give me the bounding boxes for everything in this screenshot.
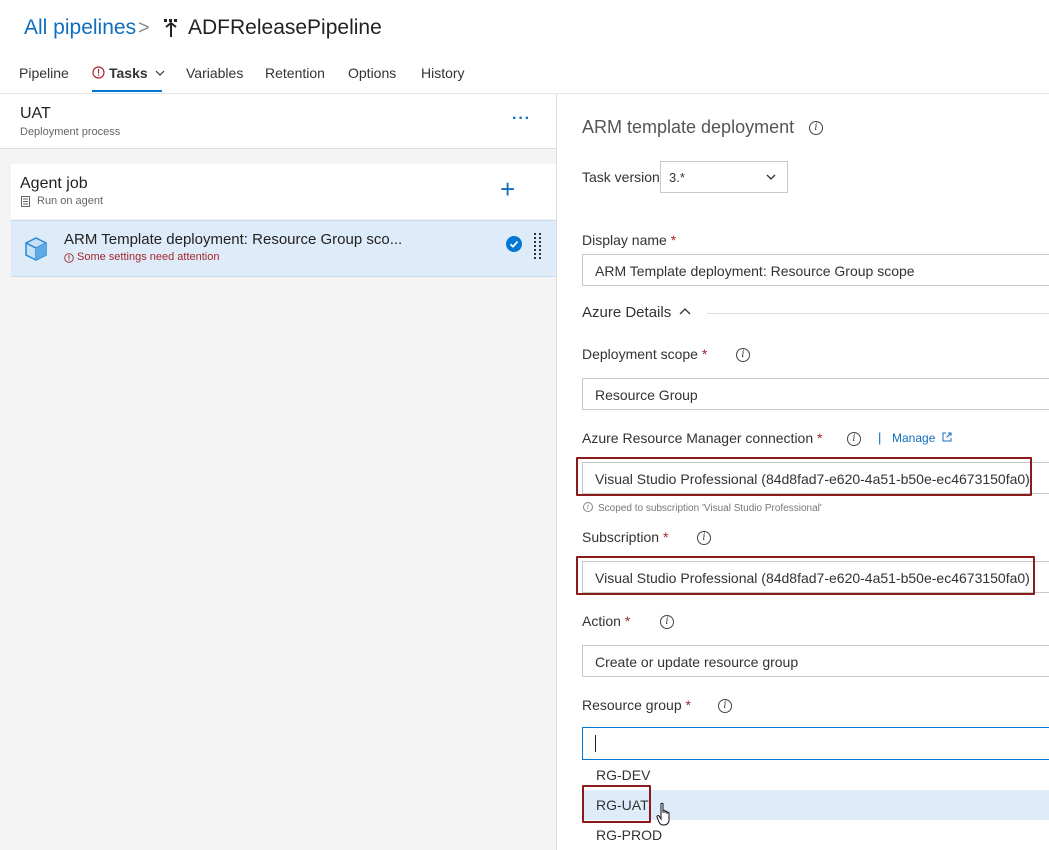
required-mark: * (685, 697, 691, 713)
tab-options[interactable]: Options (348, 65, 396, 81)
resource-group-option-label: RG-PROD (596, 827, 663, 843)
breadcrumb-separator: > (138, 17, 150, 39)
add-task-button[interactable]: + (500, 176, 515, 202)
required-mark: * (670, 232, 677, 248)
manage-link[interactable]: Manage (892, 431, 952, 445)
warning-icon (92, 66, 105, 79)
resource-group-label-text: Resource group (582, 697, 682, 713)
tab-pipeline[interactable]: Pipeline (19, 65, 69, 81)
info-icon[interactable]: i (736, 348, 750, 362)
resource-group-option-label: RG-DEV (596, 767, 651, 783)
task-version-label: Task version (582, 169, 660, 185)
manage-link-label: Manage (892, 431, 936, 445)
release-pipeline-icon (164, 19, 177, 37)
action-value: Create or update resource group (595, 654, 799, 670)
task-row-arm-deployment[interactable] (11, 220, 556, 277)
subscription-label: Subscription * (582, 529, 668, 545)
azure-details-section-toggle[interactable]: Azure Details (582, 304, 691, 321)
pane-divider[interactable] (556, 94, 557, 850)
info-icon[interactable]: i (718, 699, 732, 713)
resource-group-input[interactable] (582, 727, 1049, 760)
arm-template-icon (25, 237, 47, 261)
info-icon[interactable]: i (809, 121, 823, 135)
arm-connection-hint: Scoped to subscription 'Visual Studio Pr… (598, 503, 822, 514)
breadcrumb-all-pipelines[interactable]: All pipelines (24, 16, 136, 40)
display-name-label: Display name * (582, 232, 676, 248)
subscription-label-text: Subscription (582, 529, 660, 545)
deployment-scope-label: Deployment scope * (582, 346, 707, 362)
resource-group-option-label: RG-UAT (596, 797, 649, 813)
arm-connection-label-text: Azure Resource Manager connection (582, 430, 814, 446)
tab-variables[interactable]: Variables (186, 65, 243, 81)
info-icon[interactable]: i (660, 615, 674, 629)
deployment-scope-value: Resource Group (595, 387, 698, 403)
resource-group-label: Resource group * (582, 697, 691, 713)
agent-job-title: Agent job (20, 175, 88, 192)
agent-job-row[interactable] (11, 164, 556, 219)
tab-retention[interactable]: Retention (265, 65, 325, 81)
required-mark: * (817, 430, 823, 446)
required-mark: * (624, 613, 631, 629)
task-enabled-check-icon[interactable] (506, 236, 522, 252)
info-icon[interactable]: i (847, 432, 861, 446)
stage-subtitle: Deployment process (20, 126, 121, 138)
tab-history[interactable]: History (421, 65, 465, 81)
chevron-down-icon (766, 174, 776, 180)
task-panel-title: ARM template deployment (582, 117, 795, 137)
display-name-label-text: Display name (582, 232, 667, 248)
subscription-value: Visual Studio Professional (84d8fad7-e62… (595, 570, 1030, 586)
action-label: Action * (582, 613, 630, 629)
tab-bar: Pipeline Tasks Variables Retention Optio… (0, 60, 556, 94)
drag-handle-icon[interactable] (534, 233, 542, 263)
display-name-value: ARM Template deployment: Resource Group … (595, 263, 915, 279)
pipeline-name: ADFReleasePipeline (188, 16, 382, 39)
task-title: ARM Template deployment: Resource Group … (64, 231, 403, 248)
more-options-button[interactable]: ··· (512, 110, 531, 128)
arm-connection-value: Visual Studio Professional (84d8fad7-e62… (595, 471, 1030, 487)
stage-header[interactable] (0, 94, 556, 149)
info-icon[interactable]: i (697, 531, 711, 545)
text-caret (595, 735, 596, 752)
required-mark: * (701, 346, 708, 362)
arm-connection-label: Azure Resource Manager connection * (582, 430, 822, 446)
chevron-up-icon (679, 308, 691, 315)
azure-details-label: Azure Details (582, 304, 672, 321)
action-label-text: Action (582, 613, 621, 629)
server-icon (21, 196, 30, 207)
info-icon: i (583, 502, 593, 512)
tab-tasks[interactable]: Tasks (92, 65, 165, 81)
hand-cursor-icon (656, 802, 670, 826)
external-link-icon (942, 432, 952, 442)
warning-icon (64, 253, 74, 263)
resource-group-option-selected[interactable] (582, 790, 1049, 820)
tab-tasks-label: Tasks (109, 65, 148, 81)
chevron-down-icon (155, 70, 164, 76)
required-mark: * (662, 529, 669, 545)
task-version-value: 3.* (669, 170, 685, 185)
agent-job-subtitle: Run on agent (37, 195, 104, 207)
link-separator: | (878, 430, 882, 445)
resource-group-option[interactable] (582, 760, 1049, 790)
active-tab-indicator (92, 90, 162, 92)
deployment-scope-label-text: Deployment scope (582, 346, 698, 362)
stage-title: UAT (20, 105, 51, 122)
section-divider (707, 313, 1049, 314)
task-warning-text: Some settings need attention (77, 251, 220, 263)
